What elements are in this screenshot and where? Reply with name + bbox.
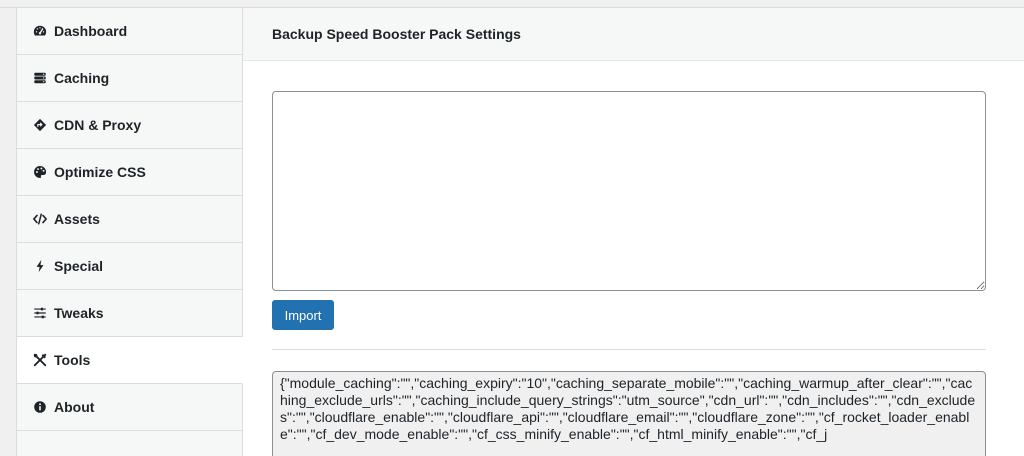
database-icon	[32, 71, 47, 86]
sidebar-item-label: Optimize CSS	[54, 164, 146, 180]
settings-sidebar: Dashboard Caching CDN & Proxy Optimize C…	[17, 8, 243, 456]
sidebar-item-special[interactable]: Special	[17, 243, 242, 290]
divider	[272, 349, 986, 350]
code-icon	[32, 212, 47, 227]
bolt-icon	[32, 259, 47, 274]
top-strip	[0, 0, 1024, 8]
sidebar-item-dashboard[interactable]: Dashboard	[17, 8, 242, 55]
tools-icon	[32, 353, 47, 368]
sidebar-item-label: Assets	[54, 211, 100, 227]
import-button[interactable]: Import	[272, 300, 334, 330]
sidebar-item-label: Special	[54, 258, 104, 274]
export-settings-textarea[interactable]: {"module_caching":"","caching_expiry":"1…	[272, 371, 986, 456]
sliders-icon	[32, 306, 47, 321]
sidebar-item-assets[interactable]: Assets	[17, 196, 242, 243]
sidebar-item-label: Tweaks	[54, 305, 104, 321]
sidebar-item-label: About	[54, 399, 95, 415]
settings-frame: Dashboard Caching CDN & Proxy Optimize C…	[16, 8, 1024, 456]
sidebar-item-tools[interactable]: Tools	[17, 337, 243, 384]
sidebar-item-label: Dashboard	[54, 23, 128, 39]
info-icon	[32, 400, 47, 415]
cdn-icon	[32, 118, 47, 133]
palette-icon	[32, 165, 47, 180]
sidebar-item-cdn-proxy[interactable]: CDN & Proxy	[17, 102, 242, 149]
dashboard-icon	[32, 24, 47, 39]
tools-panel: Backup Speed Booster Pack Settings Impor…	[243, 8, 1024, 456]
sidebar-item-about[interactable]: About	[17, 384, 242, 431]
sidebar-item-label: Caching	[54, 70, 110, 86]
sidebar-item-label: Tools	[54, 352, 91, 368]
sidebar-item-tweaks[interactable]: Tweaks	[17, 290, 242, 337]
import-settings-textarea[interactable]	[272, 91, 986, 291]
sidebar-item-optimize-css[interactable]: Optimize CSS	[17, 149, 242, 196]
sidebar-item-label: CDN & Proxy	[54, 117, 142, 133]
sidebar-item-caching[interactable]: Caching	[17, 55, 242, 102]
panel-title: Backup Speed Booster Pack Settings	[243, 8, 1024, 61]
